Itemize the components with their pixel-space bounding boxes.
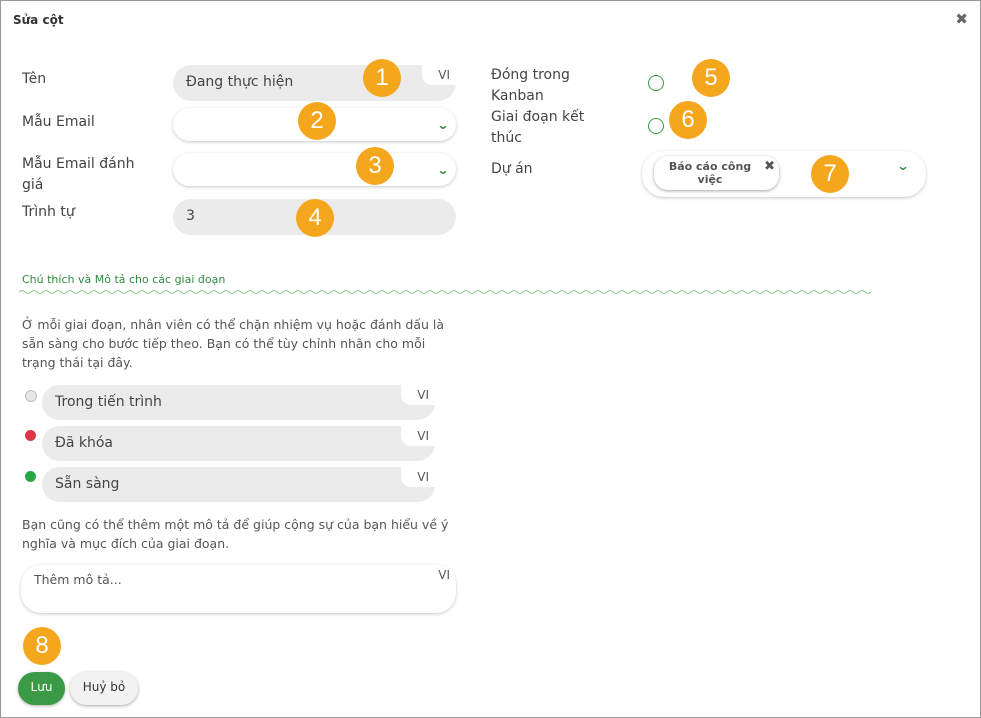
state-normal-value: Trong tiến trình (55, 394, 162, 410)
legend-intro-text: Ở mỗi giai đoạn, nhân viên có thể chặn n… (22, 317, 445, 370)
rating-email-template-label: Mẫu Email đánh giá (22, 156, 135, 193)
state-ready-value: Sẵn sàng (55, 476, 120, 492)
rating-email-template-select[interactable]: ⌄ (173, 153, 456, 186)
fold-kanban-label: Đóng trong Kanban (491, 67, 570, 104)
state-normal-field[interactable]: Trong tiến trình VI (42, 385, 435, 420)
name-field[interactable]: Đang thực hiện VI (173, 65, 456, 101)
state-blocked-field[interactable]: Đã khóa VI (42, 426, 435, 461)
state-blocked-lang-button[interactable]: VI (401, 426, 435, 446)
description-lang-button[interactable]: VI (422, 565, 456, 585)
close-icon[interactable]: ✖ (955, 12, 968, 27)
description-hint-text: Bạn cũng có thể thêm một mô tả để giúp c… (22, 517, 449, 551)
legend-section-title: Chú thích và Mô tả cho các giai đoạn (22, 273, 226, 286)
annotation-badge-6: 6 (669, 101, 707, 139)
chevron-down-icon: ⌄ (896, 159, 910, 173)
chevron-down-icon: ⌄ (436, 118, 450, 132)
annotation-badge-4: 4 (296, 199, 334, 237)
project-label: Dự án (491, 161, 533, 177)
state-normal-lang-button[interactable]: VI (401, 385, 435, 405)
dialog-title: Sửa cột (13, 13, 64, 27)
chevron-down-icon: ⌄ (436, 163, 450, 177)
final-stage-checkbox[interactable] (648, 118, 664, 134)
name-lang-button[interactable]: VI (422, 65, 456, 85)
name-label: Tên (22, 71, 47, 87)
annotation-badge-7: 7 (811, 155, 849, 193)
description-placeholder: Thêm mô tả... (34, 572, 122, 587)
state-dot-normal (25, 390, 37, 402)
description-textarea[interactable]: Thêm mô tả... VI (21, 565, 456, 613)
state-dot-blocked (25, 430, 36, 441)
section-divider (19, 290, 872, 294)
annotation-badge-2: 2 (298, 102, 336, 140)
state-blocked-value: Đã khóa (55, 435, 114, 451)
annotation-badge-3: 3 (356, 147, 394, 185)
email-template-label: Mẫu Email (22, 114, 95, 130)
annotation-badge-5: 5 (692, 59, 730, 97)
save-button[interactable]: Lưu (18, 672, 65, 705)
remove-tag-icon[interactable]: ✖ (764, 159, 775, 174)
edit-column-dialog: Sửa cột ✖ Tên Đang thực hiện VI Mẫu Emai… (0, 0, 981, 718)
final-stage-label: Giai đoạn kết thúc (491, 109, 585, 146)
name-value: Đang thực hiện (186, 74, 294, 90)
project-tag: Báo cáo công việc ✖ (654, 156, 779, 190)
annotation-badge-1: 1 (363, 59, 401, 97)
cancel-button[interactable]: Huỷ bỏ (70, 672, 138, 705)
annotation-badge-8: 8 (23, 627, 61, 665)
sequence-value: 3 (186, 208, 195, 224)
state-dot-ready (25, 471, 36, 482)
state-ready-lang-button[interactable]: VI (401, 467, 435, 487)
fold-kanban-checkbox[interactable] (648, 75, 664, 91)
project-tag-label: Báo cáo công việc (668, 160, 752, 186)
sequence-label: Trình tự (22, 204, 75, 220)
state-ready-field[interactable]: Sẵn sàng VI (42, 467, 435, 502)
